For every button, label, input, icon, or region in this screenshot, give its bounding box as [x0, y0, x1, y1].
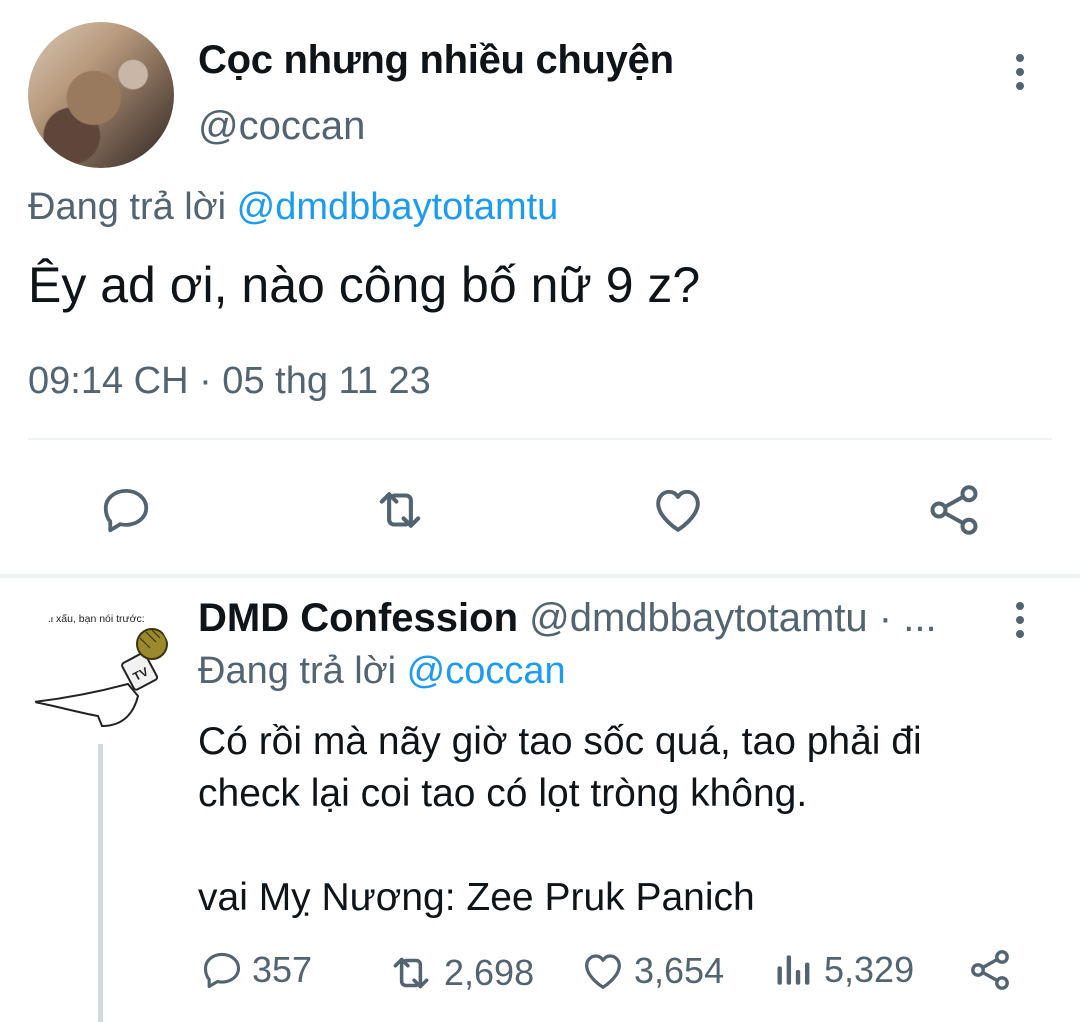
like-icon [585, 954, 621, 989]
share-icon [930, 485, 978, 535]
like-count: 3,654 [634, 950, 725, 991]
reply-tweet-header: DMD Confession @dmdbbaytotamtu · ... [198, 596, 937, 641]
tweet-text: Êy ad ơi, nào công bố nữ 9 z? [28, 257, 701, 313]
replying-to-label: Đang trả lời [198, 650, 397, 692]
tweet-timestamp: 09:14 CH · 05 thg 11 23 [28, 360, 431, 402]
like-button[interactable] [646, 478, 710, 542]
reply-count: 357 [252, 949, 313, 990]
like-icon [656, 489, 700, 532]
reply-button[interactable] [94, 478, 158, 542]
author-display-name[interactable]: DMD Confession [198, 596, 518, 640]
more-options-icon[interactable] [1014, 602, 1026, 638]
divider [28, 438, 1052, 440]
section-separator [0, 574, 1080, 578]
reply-icon [203, 952, 241, 989]
retweet-icon [379, 492, 421, 528]
author-display-name[interactable]: Cọc nhưng nhiều chuyện [198, 38, 674, 83]
retweet-count: 2,698 [444, 952, 535, 993]
tweet-text-line: Có rồi mà nãy giờ tao sốc quá, tao phải … [198, 720, 922, 763]
share-icon [971, 950, 1009, 990]
author-handle[interactable]: @coccan [198, 104, 365, 149]
avatar[interactable] [28, 22, 174, 168]
retweet-button[interactable] [368, 478, 432, 542]
replying-to-label: Đang trả lời [28, 186, 227, 228]
tweet-text: Có rồi mà nãy giờ tao sốc quá, tao phải … [198, 716, 1028, 924]
like-count-button[interactable]: 3,654 [580, 948, 724, 994]
replying-to-line: Đang trả lời @coccan [198, 650, 566, 693]
tweet-text-line: check lại coi tao có lọt tròng không. [198, 772, 808, 815]
replying-to-line: Đang trả lời @dmdbbaytotamtu [28, 186, 558, 229]
share-button[interactable] [922, 478, 986, 542]
replying-to-mention[interactable]: @dmdbbaytotamtu [237, 186, 559, 228]
avatar[interactable]: ...i xấu, bạn nói trước: TV [28, 598, 174, 744]
author-handle-and-time[interactable]: @dmdbbaytotamtu · ... [529, 596, 936, 640]
views-icon [777, 955, 810, 985]
views-count-button[interactable]: 5,329 [772, 948, 914, 992]
thread-connector-line [98, 744, 103, 1022]
reply-icon [103, 488, 149, 533]
avatar-caption: ...i xấu, bạn nói trước: [42, 613, 145, 625]
views-count: 5,329 [824, 949, 915, 990]
retweet-icon [393, 957, 429, 989]
replying-to-mention[interactable]: @coccan [407, 650, 566, 692]
reply-count-button[interactable]: 357 [200, 948, 312, 992]
microphone-illustration: ...i xấu, bạn nói trước: TV [33, 613, 168, 728]
share-button[interactable] [958, 938, 1022, 1002]
retweet-count-button[interactable]: 2,698 [386, 948, 534, 998]
tweet-text-line: vai Mỵ Nương: Zee Pruk Panich [198, 876, 755, 919]
more-options-icon[interactable] [1014, 54, 1026, 90]
